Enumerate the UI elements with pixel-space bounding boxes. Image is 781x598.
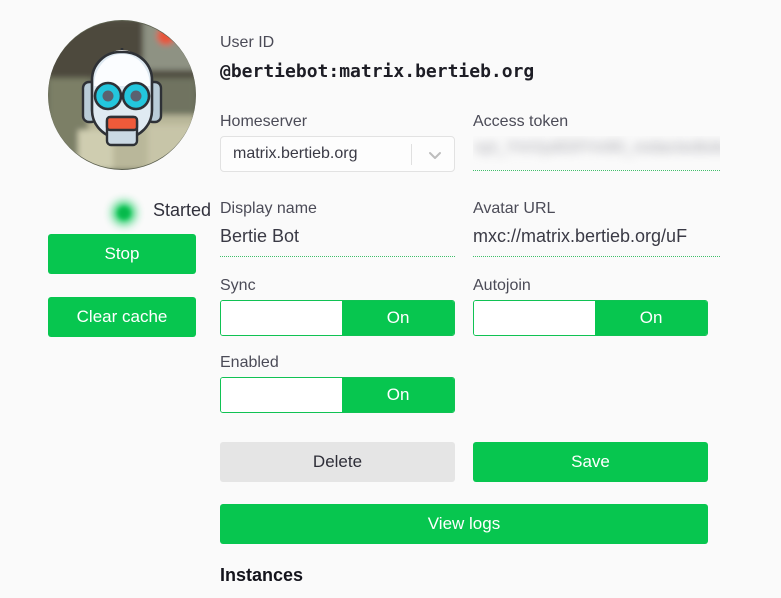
clear-cache-button[interactable]: Clear cache [48, 297, 196, 337]
chevron-down-icon[interactable] [427, 148, 443, 162]
toggle-track: On [221, 378, 454, 412]
bot-settings-page: Started Stop Clear cache User ID @bertie… [0, 0, 781, 598]
autojoin-toggle[interactable]: On [473, 300, 708, 336]
display-name-input[interactable]: Bertie Bot [220, 224, 455, 258]
toggle-thumb [221, 378, 343, 412]
homeserver-select-value: matrix.bertieb.org [233, 145, 358, 162]
bot-summary-panel: Started [48, 20, 211, 224]
display-name-label: Display name [220, 200, 317, 217]
instances-heading: Instances [220, 565, 304, 585]
toggle-thumb [474, 301, 596, 335]
access-token-field[interactable]: syt_YmVydGllYm90_redactedtokenvalue_1a2B… [473, 136, 720, 172]
enabled-toggle-state: On [342, 378, 454, 412]
access-token-label: Access token [473, 113, 569, 130]
stop-button[interactable]: Stop [48, 234, 196, 274]
user-id-value: @bertiebot:matrix.bertieb.org [220, 61, 535, 82]
sync-label: Sync [220, 277, 256, 294]
toggle-track: On [221, 301, 454, 335]
enabled-toggle[interactable]: On [220, 377, 455, 413]
sync-toggle-state: On [342, 301, 454, 335]
sync-toggle[interactable]: On [220, 300, 455, 336]
toggle-thumb [221, 301, 343, 335]
autojoin-toggle-state: On [595, 301, 707, 335]
user-id-label: User ID [220, 34, 275, 51]
field-underline [220, 256, 455, 257]
display-name-value: Bertie Bot [220, 226, 300, 246]
avatar-url-input[interactable]: mxc://matrix.bertieb.org/uF [473, 224, 720, 258]
field-underline [473, 170, 720, 171]
robot-avatar-icon [48, 20, 196, 170]
access-token-value: syt_YmVydGllYm90_redactedtokenvalue_1a2B… [475, 139, 720, 156]
avatar [48, 20, 196, 170]
avatar-url-value: mxc://matrix.bertieb.org/uF [473, 226, 688, 246]
autojoin-label: Autojoin [473, 277, 531, 294]
homeserver-select[interactable]: matrix.bertieb.org [220, 136, 455, 172]
select-divider [411, 144, 412, 165]
delete-button[interactable]: Delete [220, 442, 455, 482]
homeserver-label: Homeserver [220, 113, 308, 130]
save-button[interactable]: Save [473, 442, 708, 482]
enabled-label: Enabled [220, 354, 279, 371]
status-label: Started [153, 200, 212, 220]
view-logs-button[interactable]: View logs [220, 504, 708, 544]
avatar-url-label: Avatar URL [473, 200, 556, 217]
field-underline [473, 256, 720, 257]
status-dot-core-icon [118, 207, 130, 219]
toggle-track: On [474, 301, 707, 335]
